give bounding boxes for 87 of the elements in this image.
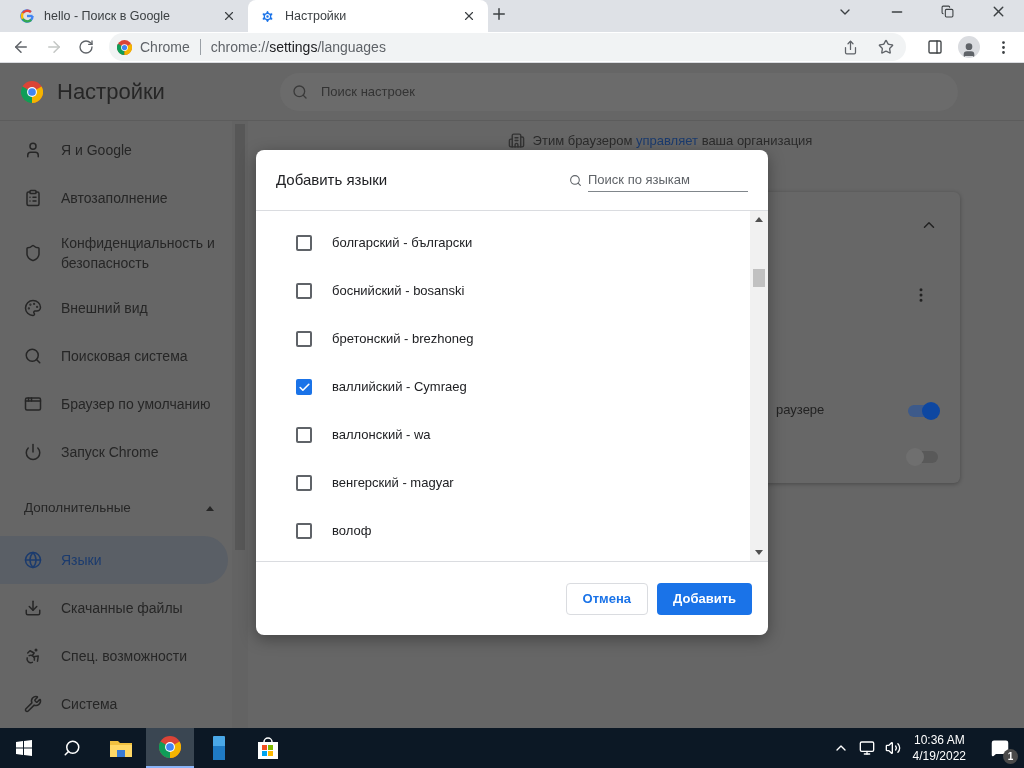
managed-link[interactable]: управляет: [636, 133, 698, 148]
chrome-icon: [117, 39, 132, 55]
scroll-down-icon[interactable]: [755, 550, 763, 555]
checkbox[interactable]: [296, 523, 312, 539]
restore-icon[interactable]: [941, 5, 954, 18]
search-icon: [569, 173, 582, 187]
star-icon[interactable]: [878, 39, 894, 55]
globe-icon: [24, 551, 42, 569]
sidebar-item[interactable]: Языки: [0, 536, 228, 584]
tab-title: hello - Поиск в Google: [44, 7, 172, 25]
language-label: валлийский - Cymraeg: [332, 378, 467, 397]
close-icon[interactable]: [222, 9, 236, 23]
reload-icon[interactable]: [78, 39, 94, 55]
palette-icon: [24, 299, 42, 317]
download-icon: [24, 599, 42, 617]
tab-title: Настройки: [285, 7, 348, 25]
chrome-logo-icon: [21, 80, 43, 103]
building-icon: [507, 132, 525, 150]
sidebar-item[interactable]: Спец. возможности: [0, 632, 228, 680]
toggle-switch[interactable]: [908, 405, 938, 417]
language-label: валлонский - wa: [332, 426, 431, 445]
checkbox[interactable]: [296, 235, 312, 251]
new-tab-icon[interactable]: [490, 5, 508, 23]
power-icon: [24, 443, 42, 461]
clock-date[interactable]: 4/19/2022: [912, 748, 966, 764]
sidebar-item[interactable]: Конфиденциальность и безопасность: [0, 225, 228, 281]
language-label: боснийский - bosanski: [332, 282, 465, 301]
clipboard-icon: [24, 189, 42, 207]
page-title: Настройки: [57, 78, 165, 106]
add-button[interactable]: Добавить: [657, 582, 752, 615]
sidebar-item[interactable]: Автозаполнение: [0, 174, 228, 222]
shield-icon: [24, 244, 42, 262]
sidebar-item[interactable]: Внешний вид: [0, 284, 228, 332]
checkbox[interactable]: [296, 427, 312, 443]
search-icon: [24, 347, 42, 365]
browser-tab[interactable]: Настройки: [248, 0, 488, 32]
checkbox[interactable]: [296, 283, 312, 299]
back-icon[interactable]: [12, 38, 30, 56]
sidebar-item[interactable]: Я и Google: [0, 126, 228, 174]
checkbox[interactable]: [296, 331, 312, 347]
profile-avatar[interactable]: [958, 36, 980, 58]
language-label: венгерский - magyar: [332, 474, 454, 493]
scrollbar-thumb[interactable]: [753, 269, 765, 287]
site-label: Chrome: [140, 37, 190, 57]
sidebar-item[interactable]: Система: [0, 680, 228, 728]
caret-icon: [206, 505, 214, 511]
sidebar-item[interactable]: Поисковая система: [0, 332, 228, 380]
advanced-section-header[interactable]: Дополнительные: [0, 480, 232, 536]
managed-notice-text: Этим браузером управляет ваша организация: [532, 132, 813, 150]
chrome-icon: [159, 736, 181, 758]
side-panel-icon[interactable]: [927, 39, 943, 55]
sidebar-item[interactable]: Запуск Chrome: [0, 428, 228, 476]
close-icon[interactable]: [462, 9, 476, 23]
share-icon[interactable]: [843, 39, 858, 55]
setting-label: раузере: [776, 400, 825, 419]
store-icon[interactable]: [257, 737, 279, 759]
window-icon: [24, 395, 42, 413]
volume-icon[interactable]: [884, 740, 901, 756]
wrench-icon: [24, 695, 42, 713]
cancel-button[interactable]: Отмена: [565, 582, 649, 615]
checkbox[interactable]: [296, 475, 312, 491]
address-bar[interactable]: Chrome chrome://settings/languages: [109, 33, 906, 61]
browser-tab[interactable]: hello - Поиск в Google: [8, 0, 248, 32]
sidebar-item[interactable]: Браузер по умолчанию: [0, 380, 228, 428]
scroll-up-icon[interactable]: [755, 217, 763, 222]
g-logo-icon: [20, 9, 34, 23]
gear-icon: [260, 8, 275, 24]
accessibility-icon: [24, 647, 42, 665]
language-label: волоф: [332, 522, 372, 541]
search-placeholder: Поиск настроек: [321, 82, 415, 101]
search-icon: [292, 83, 308, 100]
settings-search-field[interactable]: Поиск настроек: [280, 72, 958, 111]
checkbox[interactable]: [296, 379, 312, 395]
language-label: болгарский - български: [332, 234, 473, 253]
language-search-field[interactable]: Поиск по языкам: [588, 168, 748, 192]
folder-icon[interactable]: [110, 739, 132, 757]
person-icon: [24, 141, 42, 159]
check-icon: [297, 380, 311, 394]
dialog-title: Добавить языки: [276, 169, 388, 190]
language-label: бретонский - brezhoneg: [332, 330, 474, 349]
clock-time[interactable]: 10:36 AM: [913, 732, 965, 748]
network-icon[interactable]: [858, 740, 875, 756]
search-icon[interactable]: [63, 739, 81, 757]
notification-count: 1: [1003, 749, 1018, 764]
url-text: chrome://settings/languages: [210, 37, 386, 57]
sidebar-item[interactable]: Скачанные файлы: [0, 584, 228, 632]
windows-start-icon[interactable]: [16, 740, 32, 756]
